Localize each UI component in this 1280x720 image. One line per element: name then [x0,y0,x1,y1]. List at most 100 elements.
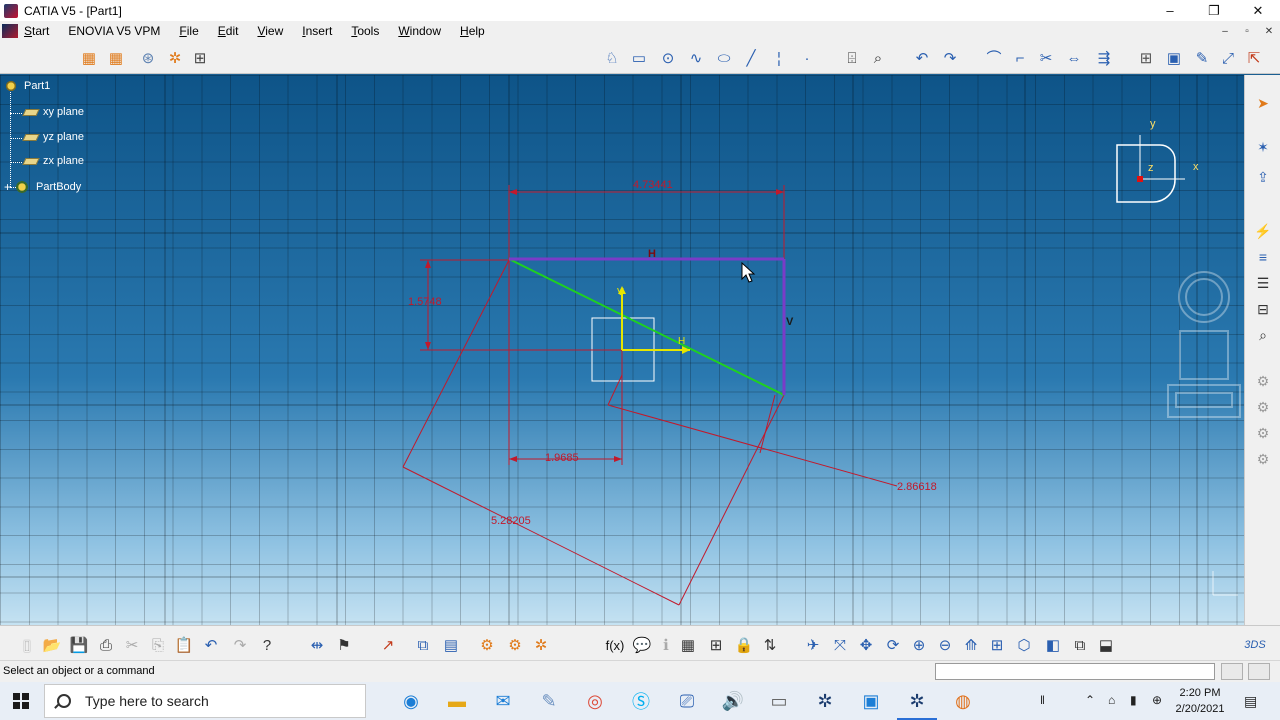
normal-view-icon[interactable]: ⟰ [961,635,981,655]
taskbar-clock[interactable]: 2:20 PM 2/20/2021 [1160,685,1240,717]
fly-icon[interactable]: ✈ [803,635,823,655]
sketch-tools-icon[interactable]: ✶ [1253,137,1273,157]
gear-icon[interactable]: ⚙ [1253,449,1273,469]
corner-icon[interactable]: ⌒ [984,48,1004,68]
construction-line[interactable] [508,258,785,396]
formula-icon[interactable]: f(x) [605,635,625,655]
doc-minimize-button[interactable]: – [1214,26,1236,37]
sketch-edit-icon[interactable]: ✎ [1192,48,1212,68]
new-icon[interactable]: ▯ [17,635,37,655]
trim-icon[interactable]: ✂ [1036,48,1056,68]
catalog-icon[interactable]: ▭ [767,689,791,713]
publish-icon[interactable]: ↗ [378,635,398,655]
command-input[interactable] [935,663,1215,680]
skype-icon[interactable]: Ⓢ [629,689,653,713]
chrome-icon[interactable]: ◎ [583,689,607,713]
circle-icon[interactable]: ⊙ [658,48,678,68]
tree-node-yz-plane[interactable]: yz plane [22,131,84,143]
undo-sketch-icon[interactable]: ↶ [912,48,932,68]
menu-view[interactable]: View [257,24,283,38]
tree-node-partbody[interactable]: + PartBody [4,179,81,195]
iso-view-icon[interactable]: ⬡ [1014,635,1034,655]
hierarchy-icon[interactable]: ⊞ [706,635,726,655]
doc-restore-button[interactable]: ▫ [1236,26,1258,37]
graphics-viewport[interactable]: 4.73441 1.5748 1.9685 5.28205 2.86618 H … [0,75,1244,625]
grid-icon[interactable]: ▦ [79,48,99,68]
rotate-icon[interactable]: ⟳ [883,635,903,655]
dim-side-label[interactable]: 2.86618 [897,481,937,493]
catia-start-icon[interactable] [2,24,18,38]
knowledge-icon[interactable]: ⚙ [477,635,497,655]
constraint-icon[interactable]: ⌹ [842,48,862,68]
gear-icon[interactable]: ⚙ [1253,423,1273,443]
gear-icon[interactable]: ⚙ [1253,397,1273,417]
point-icon[interactable]: · [797,48,817,68]
print-icon[interactable]: ⎙ [96,635,116,655]
catia-icon[interactable]: ✲ [813,689,837,713]
redo-icon[interactable]: ↷ [230,635,250,655]
exit-workbench-icon[interactable]: ⇪ [1253,167,1273,187]
rectangle-icon[interactable]: ▭ [629,48,649,68]
menu-help[interactable]: Help [460,24,485,38]
list-icon[interactable]: ≡ [1253,247,1273,267]
select-icon[interactable]: ➤ [1253,93,1273,113]
menu-file[interactable]: File [179,24,198,38]
audio-icon[interactable]: 🔊 [721,689,745,713]
construction-icon[interactable]: ⊛ [138,48,158,68]
tree-node-xy-plane[interactable]: xy plane [22,106,84,118]
snap-grid-icon[interactable]: ▦ [106,48,126,68]
expand-icon[interactable]: + [4,180,11,194]
tree-icon[interactable]: ⊟ [1253,299,1273,319]
copy-icon[interactable]: ⎘ [148,635,168,655]
catia-icon[interactable]: ✲ [897,689,937,720]
ellipse-icon[interactable]: ⬭ [714,48,734,68]
folder-icon[interactable]: ▬ [445,689,469,713]
whats-this-icon[interactable]: ? [257,635,277,655]
project-icon[interactable]: ⇶ [1094,48,1114,68]
catalog-icon[interactable]: ⧉ [413,635,433,655]
zoom-out-icon[interactable]: ⊖ [935,635,955,655]
knowledge-icon[interactable]: ⚙ [505,635,525,655]
menu-start[interactable]: Start [24,24,49,38]
taskbar-search[interactable]: Type here to search [44,684,366,718]
sketch-analysis-icon[interactable]: ⤢ [1218,48,1238,68]
redo-sketch-icon[interactable]: ↷ [940,48,960,68]
lock-icon[interactable]: 🔒 [734,635,754,655]
render-style-icon[interactable]: ◧ [1043,635,1063,655]
tree-node-part1[interactable]: Part1 [3,80,50,92]
dimensional-constraint-icon[interactable]: ⊞ [190,48,210,68]
tray-network-icon[interactable]: ⌂ [1108,693,1115,707]
maximize-button[interactable]: ❐ [1192,0,1236,21]
analysis-icon[interactable]: ⌕ [868,48,888,68]
comment-icon[interactable]: 💬 [632,635,652,655]
hide-show-icon[interactable]: ⧉ [1070,635,1090,655]
mirror-icon[interactable]: ⇔ [1064,48,1084,68]
save-icon[interactable]: 💾 [69,635,89,655]
tray-chevron-icon[interactable]: ⌃ [1085,693,1095,707]
constraint-display-icon[interactable]: ⚡ [1253,221,1273,241]
minimize-button[interactable]: – [1148,0,1192,21]
zoom-in-icon[interactable]: ⊕ [909,635,929,655]
profile-icon[interactable]: ♘ [602,48,622,68]
menu-enovia[interactable]: ENOVIA V5 VPM [68,24,160,38]
swap-visible-icon[interactable]: ⬓ [1096,635,1116,655]
compass[interactable]: y x z [1116,118,1199,203]
scan-icon[interactable]: ▤ [441,635,461,655]
dim-offset-label[interactable]: 1.9685 [545,452,579,464]
pan-icon[interactable]: ✥ [856,635,876,655]
tree-node-zx-plane[interactable]: zx plane [22,155,84,167]
display-icon[interactable]: ▣ [859,689,883,713]
axis-icon[interactable]: ¦ [769,48,789,68]
parameter-icon[interactable]: ⇅ [760,635,780,655]
chamfer-icon[interactable]: ⌐ [1010,48,1030,68]
command-cancel-button[interactable] [1248,663,1270,680]
menu-insert[interactable]: Insert [302,24,332,38]
hierarchy-icon[interactable]: ☰ [1253,273,1273,293]
table-icon[interactable]: ▦ [678,635,698,655]
knowledge-icon[interactable]: ✲ [531,635,551,655]
part-design-icon[interactable]: ▣ [1164,48,1184,68]
network-icon[interactable]: ⎚ [675,689,699,713]
tray-battery-icon[interactable]: ▮ [1130,693,1137,707]
tolerance-icon[interactable]: ℹ [656,635,676,655]
open-icon[interactable]: 📂 [42,635,62,655]
